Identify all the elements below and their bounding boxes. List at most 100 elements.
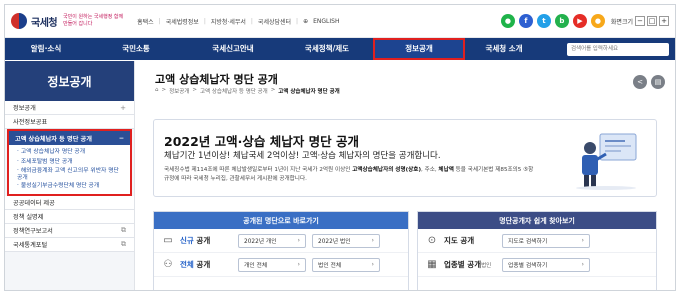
print-button[interactable]: ▤ [651, 75, 665, 89]
breadcrumb-sep: > [161, 87, 167, 93]
browser-viewport: 국세청 국민이 원하는 국세행정 함께 만들어 갑니다 홈택스 | 국세법령정보… [4, 4, 676, 291]
bullet-icon: · [17, 183, 19, 189]
util-link-center[interactable]: 국세상담센터 [258, 17, 291, 26]
sidebar-item-prior-disclosure[interactable]: 사전정보공표 [5, 115, 134, 129]
row-label: 신규 공개 [180, 235, 232, 246]
nav-item-1[interactable]: 국민소통 [87, 38, 185, 60]
sidebar-item-research-reports[interactable]: 정책연구보고서 ⧉ [5, 224, 134, 238]
nts-logo[interactable]: 국세청 [11, 13, 58, 29]
corporate-all-button[interactable]: 법인 전체 › [312, 257, 380, 272]
sidebar-item-label: 정책연구보고서 [13, 228, 53, 235]
external-link-icon: ⧉ [121, 226, 126, 234]
zoom-label: 화면크기 [610, 18, 633, 26]
util-link-english[interactable]: ENGLISH [313, 18, 339, 25]
breadcrumb-current: 고액 상습체납자 명단 공개 [278, 89, 340, 95]
individual-all-button[interactable]: 개인 전체 › [238, 257, 306, 272]
nav-item-4[interactable]: 정보공개 [373, 38, 465, 60]
twitter-icon[interactable]: t [536, 14, 551, 28]
youtube-icon[interactable]: ▶ [572, 14, 587, 28]
slogan: 국민이 원하는 국세행정 함께 만들어 갑니다 [63, 14, 124, 27]
share-icon: < [637, 78, 643, 86]
button-label: 업종별 검색하기 [508, 263, 548, 269]
all-disclosure-row: ⚇ 전체 공개 개인 전체 › 법인 전체 › [154, 253, 408, 277]
sidebar-item-policy-name[interactable]: 정책 실명제 [5, 210, 134, 224]
desc-bold: 체납액 [438, 167, 454, 173]
hero-subheading: 체납기간 1년이상! 체납국세 2억이상! 고액·상습 체납자의 명단을 공개합… [164, 151, 441, 161]
sidebar-item-info[interactable]: 정보공개 + [5, 101, 134, 115]
bullet-icon: · [17, 149, 19, 155]
row-label-text: 업종별 공개 [444, 260, 482, 269]
sidebar-item-label: 고액 상습체납자 등 명단 공개 [15, 135, 92, 143]
sub-item-donation-org[interactable]: · 불성실기부금수령단체 명단 공개 [17, 183, 124, 190]
hero-banner: 2022년 고액·상습 체납자 명단 공개 체납기간 1년이상! 체납국세 2억… [153, 119, 657, 197]
row-label-text: 공개 [193, 260, 211, 269]
nav-item-5[interactable]: 국세청 소개 [465, 38, 543, 60]
row-label-text: 공개 [193, 236, 211, 245]
nav-item-0[interactable]: 알림·소식 [5, 38, 87, 60]
hero-description: 국세징수법 제114조에 따른 체납발생일로부터 1년이 지난 국세가 2억원 … [164, 166, 534, 184]
chevron-right-icon: › [371, 261, 374, 268]
sidebar-item-delinquent-list[interactable]: 고액 상습체납자 등 명단 공개 − [9, 131, 130, 145]
published-list-panel: 공개된 명단으로 바로가기 ▭ 신규 공개 2022년 개인 › 2022년 법인… [153, 211, 409, 290]
zoom-reset-button[interactable]: □ [647, 16, 657, 26]
blog-icon[interactable]: b [554, 14, 569, 28]
button-label: 2022년 개인 [244, 239, 277, 245]
sub-item-delinquent[interactable]: · 고액 상습체납자 명단 공개 [17, 147, 124, 157]
util-link-hometax[interactable]: 홈택스 [137, 17, 154, 26]
kakao-icon[interactable]: ● [500, 14, 515, 28]
util-link-offices[interactable]: 지방청·세무서 [211, 17, 246, 26]
separator: | [203, 17, 206, 25]
nav-item-3[interactable]: 국세정책/제도 [281, 38, 373, 60]
separator: | [158, 17, 161, 25]
zoom-out-button[interactable]: − [635, 16, 645, 26]
people-icon: ⚇ [163, 259, 173, 270]
bullet-icon: · [17, 159, 19, 165]
sidebar-item-statistics-portal[interactable]: 국세통계포털 ⧉ [5, 238, 134, 252]
button-label: 지도로 검색하기 [508, 239, 548, 245]
desc-bold: 고액상습체납자의 성명(상호) [352, 167, 422, 173]
sub-item-tax-evasion[interactable]: · 조세포탈범 명단 공개 [17, 157, 124, 167]
sub-item-label: 해외금융계좌 고액 신고의무 위반자 명단 공개 [17, 168, 119, 181]
home-icon[interactable]: ⌂ [155, 87, 159, 95]
breadcrumb: ⌂ > 정보공개 > 고액 상습체납자 등 명단 공개 > 고액 상습체납자 명… [155, 87, 340, 95]
page-tools: < ▤ [633, 75, 665, 89]
sidebar-item-label: 정보공개 [13, 105, 36, 112]
bullet-icon: · [17, 168, 19, 174]
share-button[interactable]: < [633, 75, 647, 89]
row-label-accent: 신규 [180, 236, 194, 245]
zoom-control: 화면크기 − □ + [611, 16, 669, 26]
row-label: 업종별 공개법인 [444, 259, 496, 270]
breadcrumb-item[interactable]: 정보공개 [169, 87, 189, 95]
map-search-row: ⊙ 지도 공개 지도로 검색하기 › [418, 229, 656, 253]
sidebar-item-public-data[interactable]: 공공데이터 제공 [5, 196, 134, 210]
sub-item-label: 고액 상습체납자 명단 공개 [20, 149, 86, 155]
sub-item-overseas-account[interactable]: · 해외금융계좌 고액 신고의무 위반자 명단 공개 [17, 168, 124, 182]
chevron-right-icon: › [297, 237, 300, 244]
sidebar-item-label: 정책 실명제 [13, 214, 44, 221]
map-search-button[interactable]: 지도로 검색하기 › [502, 233, 590, 248]
button-label: 2022년 법인 [318, 239, 351, 245]
logo-text: 국세청 [31, 17, 58, 29]
globe-icon: ⊕ [303, 17, 309, 25]
kakao-story-icon[interactable]: ● [590, 14, 605, 28]
separator: | [296, 17, 299, 25]
individual-2022-button[interactable]: 2022년 개인 › [238, 233, 306, 248]
breadcrumb-item[interactable]: 고액 상습체납자 등 명단 공개 [200, 87, 268, 95]
panel-title: 명단공개자 쉽게 찾아보기 [418, 212, 656, 229]
presenter-illustration [576, 133, 637, 190]
social-links: ● f t b ▶ ● [500, 14, 605, 28]
new-disclosure-row: ▭ 신규 공개 2022년 개인 › 2022년 법인 › [154, 229, 408, 253]
util-link-law[interactable]: 국세법령정보 [166, 17, 199, 26]
main-nav: 알림·소식 국민소통 국세신고안내 국세정책/제도 정보공개 국세청 소개 [5, 38, 675, 60]
nav-item-2[interactable]: 국세신고안내 [185, 38, 281, 60]
chat-icon: ▭ [163, 235, 173, 246]
industry-search-button[interactable]: 업종별 검색하기 › [502, 257, 590, 272]
row-label: 지도 공개 [444, 236, 475, 245]
zoom-in-button[interactable]: + [659, 16, 669, 26]
site-search-input[interactable] [567, 42, 669, 56]
desc-text: , 주소, [421, 167, 439, 173]
industry-search-row: ▦ 업종별 공개법인 업종별 검색하기 › [418, 253, 656, 277]
corporate-2022-button[interactable]: 2022년 법인 › [312, 233, 380, 248]
desc-text: 국세징수법 제114조에 따른 체납발생일로부터 1년이 지난 국세가 2억원 … [164, 167, 353, 173]
facebook-icon[interactable]: f [518, 14, 533, 28]
